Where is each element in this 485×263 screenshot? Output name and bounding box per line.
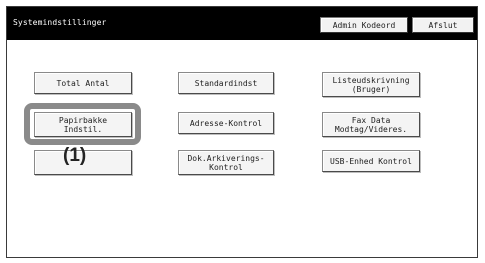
exit-button[interactable]: Afslut xyxy=(412,17,474,33)
usb-device-control-button[interactable]: USB-Enhed Kontrol xyxy=(322,150,420,172)
window-title: Systemindstillinger xyxy=(13,18,107,27)
paper-tray-settings-button[interactable]: Papirbakke Indstil. xyxy=(34,112,132,137)
admin-password-button[interactable]: Admin Kodeord xyxy=(320,17,408,33)
document-filing-control-button[interactable]: Dok.Arkiverings- Kontrol xyxy=(178,150,274,175)
title-bar: Systemindstillinger Admin Kodeord Afslut xyxy=(7,7,477,40)
total-count-button[interactable]: Total Antal xyxy=(34,72,132,94)
callout-label: (1) xyxy=(63,145,87,166)
fax-data-receive-forward-button[interactable]: Fax Data Modtag/Videres. xyxy=(322,112,420,137)
default-settings-button[interactable]: Standardindst xyxy=(178,72,274,94)
list-print-user-button[interactable]: Listeudskrivning (Bruger) xyxy=(322,72,420,97)
address-control-button[interactable]: Adresse-Kontrol xyxy=(178,112,274,134)
